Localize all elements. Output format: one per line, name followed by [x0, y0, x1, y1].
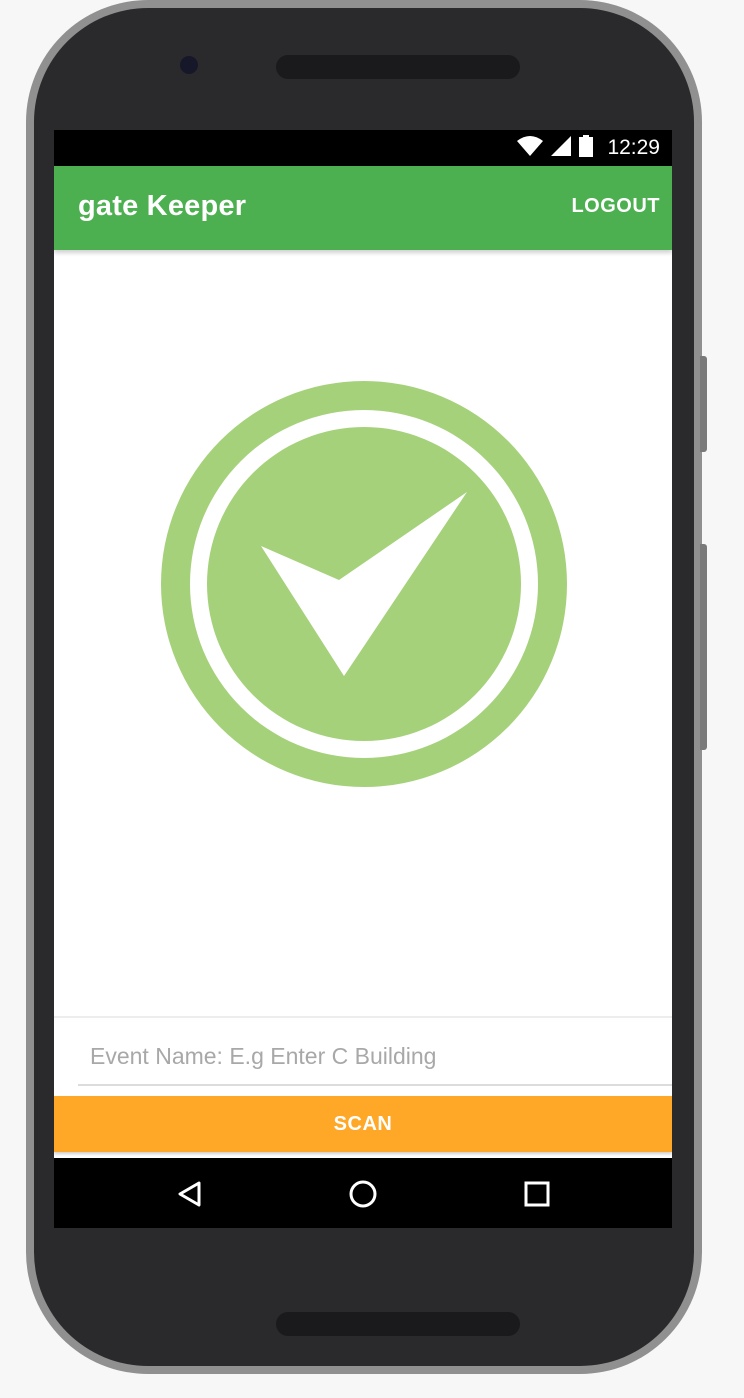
volume-button[interactable]	[700, 544, 707, 750]
app-title: gate Keeper	[78, 190, 247, 222]
status-icons: 12:29	[517, 130, 660, 166]
device-frame-canvas: 12:29 gate Keeper LOGOUT SCAN	[0, 0, 744, 1398]
power-button[interactable]	[700, 356, 707, 452]
battery-icon	[579, 134, 594, 162]
front-camera	[180, 56, 198, 74]
signal-icon	[551, 135, 572, 161]
home-icon[interactable]	[341, 1172, 385, 1216]
status-time: 12:29	[607, 136, 660, 159]
back-icon[interactable]	[167, 1172, 211, 1216]
bottom-speaker	[276, 1312, 520, 1336]
event-name-input[interactable]	[78, 1028, 672, 1086]
scan-button[interactable]: SCAN	[54, 1096, 672, 1152]
app-screen: 12:29 gate Keeper LOGOUT SCAN	[54, 130, 672, 1228]
recents-icon[interactable]	[515, 1172, 559, 1216]
content-divider	[54, 1016, 672, 1018]
wifi-icon	[517, 135, 544, 161]
logout-button[interactable]: LOGOUT	[571, 195, 660, 218]
app-bar: gate Keeper LOGOUT	[54, 166, 672, 250]
earpiece-speaker	[276, 55, 520, 79]
status-bar: 12:29	[54, 130, 672, 166]
navigation-bar	[54, 1158, 672, 1228]
check-circle-icon	[160, 380, 568, 788]
